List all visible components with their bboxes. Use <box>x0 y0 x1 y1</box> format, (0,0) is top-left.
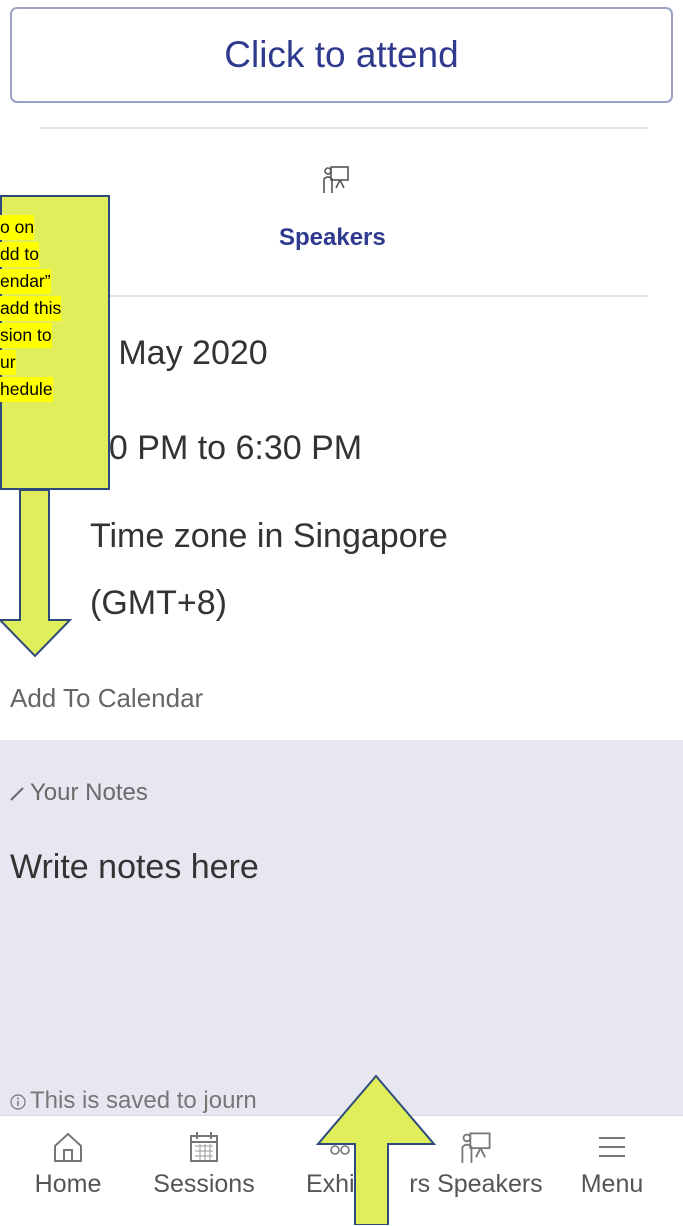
tab-sessions-label: Sessions <box>153 1170 255 1198</box>
callout-line: sion to <box>0 323 52 348</box>
session-time: 00 PM to 6:30 PM <box>90 429 363 467</box>
calendar-icon <box>190 1132 218 1162</box>
speakers-link[interactable]: Speakers <box>279 224 386 252</box>
exhibitors-icon <box>330 1135 350 1155</box>
tab-home[interactable]: Home <box>0 1126 136 1222</box>
callout-line: dd to <box>0 242 39 267</box>
divider <box>40 295 648 297</box>
presenter-icon[interactable] <box>322 164 350 194</box>
bottom-tab-bar: Home Sessions Exhibi rs Speakers Menu <box>0 1115 683 1226</box>
tab-home-label: Home <box>34 1170 102 1198</box>
tab-sessions[interactable]: Sessions <box>136 1126 272 1222</box>
tab-exhibitors[interactable]: Exhibi <box>272 1126 408 1222</box>
callout-line: o on <box>0 215 35 240</box>
tab-speakers[interactable]: rs Speakers <box>408 1126 544 1222</box>
home-icon <box>54 1132 82 1162</box>
globe-icon <box>31 523 36 541</box>
session-timezone-offset: (GMT+8) <box>90 584 227 622</box>
tab-menu-label: Menu <box>580 1170 644 1198</box>
callout-line: add this <box>0 296 62 321</box>
tab-menu[interactable]: Menu <box>544 1126 680 1222</box>
attend-button-label: Click to attend <box>224 34 459 75</box>
add-to-calendar-link[interactable]: Add To Calendar <box>10 683 203 714</box>
attend-button[interactable]: Click to attend <box>10 7 673 103</box>
saved-notice-text: This is saved to journ <box>30 1087 257 1114</box>
notes-header: Your Notes <box>10 779 148 807</box>
menu-icon <box>599 1137 625 1157</box>
pencil-icon <box>10 786 24 801</box>
callout-line: endar” <box>0 269 51 294</box>
saved-notice: This is saved to journ <box>10 1087 257 1115</box>
callout-line: hedule <box>0 377 53 402</box>
notes-input[interactable]: Write notes here <box>10 848 259 887</box>
divider <box>40 127 648 129</box>
down-arrow-annotation <box>0 489 73 658</box>
presenter-icon <box>461 1132 491 1163</box>
notes-label: Your Notes <box>30 779 148 806</box>
session-date: 6 May 2020 <box>90 334 268 372</box>
tab-speakers-label: rs Speakers <box>409 1170 543 1198</box>
session-timezone: Time zone in Singapore <box>90 517 448 555</box>
callout-line: ur <box>0 350 16 375</box>
annotation-callout-text: o on dd to endar” add this sion to ur he… <box>0 215 110 404</box>
tab-exhibitors-label: Exhibi <box>305 1170 375 1198</box>
info-icon <box>10 1094 26 1110</box>
